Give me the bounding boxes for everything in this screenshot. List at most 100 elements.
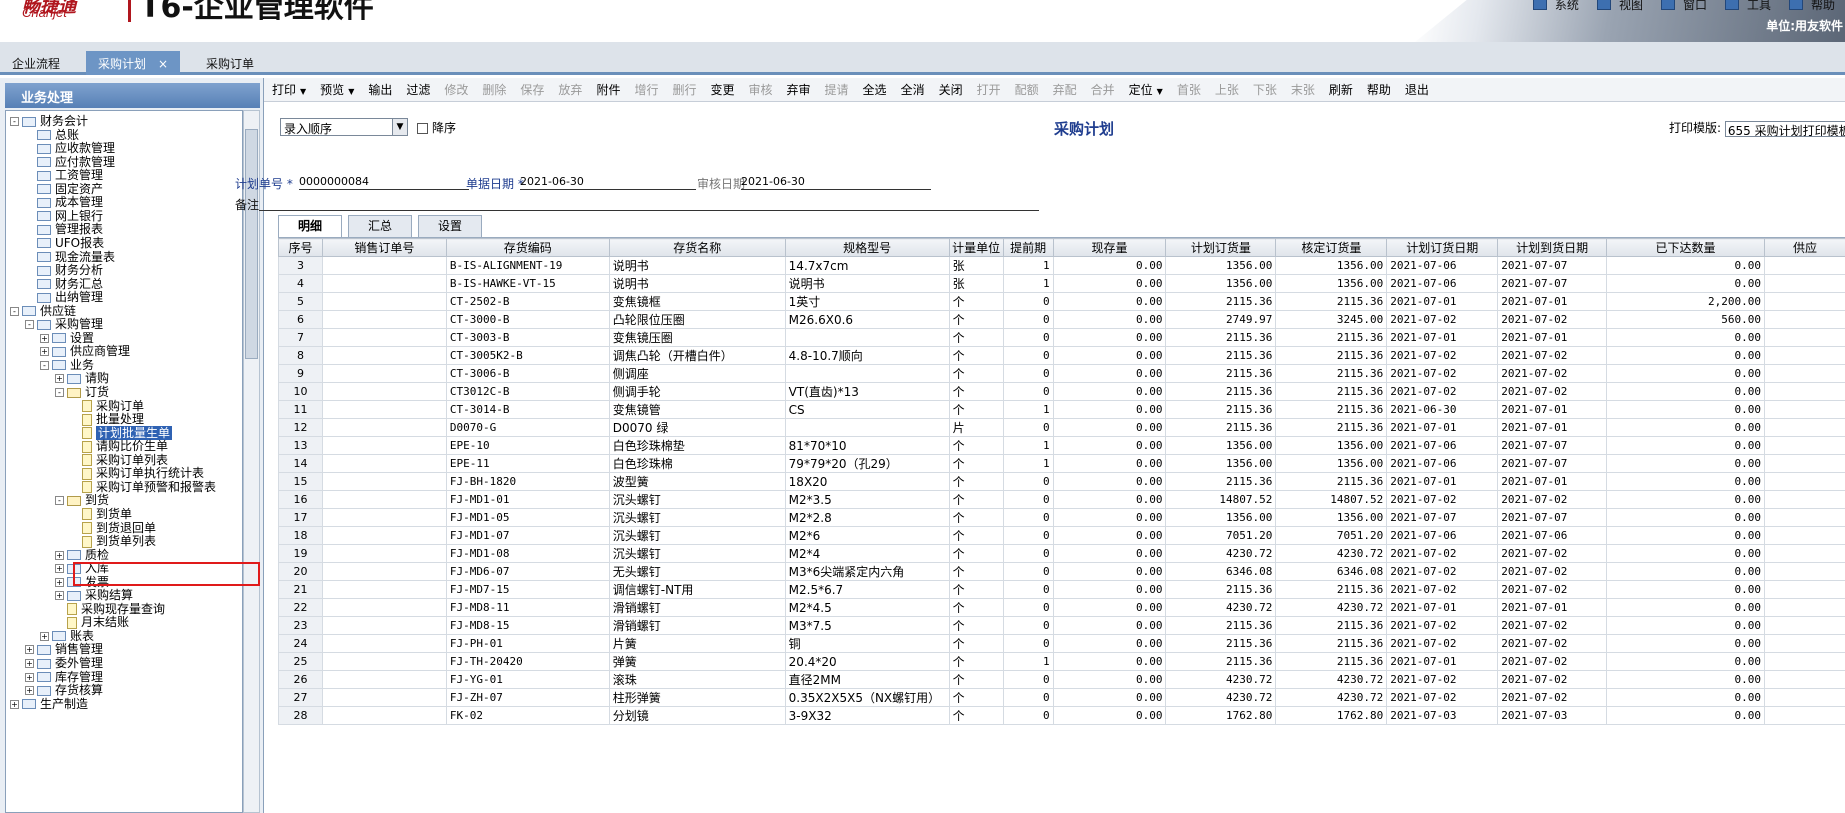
table-cell[interactable] bbox=[1763, 634, 1845, 653]
table-cell[interactable]: 0 bbox=[1002, 292, 1054, 311]
table-cell[interactable]: 2115.36 bbox=[1275, 616, 1388, 635]
table-cell[interactable]: 0 bbox=[1002, 688, 1054, 707]
table-row[interactable]: 28 FK-02 分划镜 3-9X32 个 0 0.00 1762.80 1762.80 2021… bbox=[278, 706, 1845, 725]
toolbar-button[interactable]: 关闭 bbox=[939, 81, 963, 98]
table-cell[interactable]: 4230.72 bbox=[1165, 670, 1277, 689]
table-cell[interactable] bbox=[1763, 328, 1845, 347]
table-cell[interactable]: FJ-ZH-07 bbox=[445, 688, 610, 707]
table-cell[interactable] bbox=[784, 328, 950, 347]
table-cell[interactable]: 2021-07-02 bbox=[1386, 382, 1499, 401]
sort-order-select[interactable]: 录入顺序 ▼ bbox=[280, 118, 408, 136]
table-cell[interactable]: 0.00 bbox=[1606, 454, 1765, 473]
table-cell[interactable]: B-IS-HAWKE-VT-15 bbox=[445, 274, 610, 293]
table-cell[interactable]: 个 bbox=[948, 634, 1004, 653]
table-cell[interactable]: 2115.36 bbox=[1275, 382, 1388, 401]
table-cell[interactable]: 2115.36 bbox=[1165, 382, 1277, 401]
table-cell[interactable]: 4230.72 bbox=[1275, 688, 1388, 707]
table-cell[interactable]: 2021-07-02 bbox=[1386, 580, 1499, 599]
table-cell[interactable]: 2115.36 bbox=[1165, 364, 1277, 383]
toolbar-button[interactable]: 变更 bbox=[710, 81, 734, 98]
table-cell[interactable]: 个 bbox=[948, 688, 1004, 707]
table-cell[interactable]: 1356.00 bbox=[1275, 436, 1388, 455]
expand-icon[interactable]: + bbox=[40, 347, 49, 357]
table-cell[interactable]: 7 bbox=[278, 328, 323, 347]
table-cell[interactable]: 28 bbox=[278, 706, 323, 725]
table-cell[interactable]: 2021-07-02 bbox=[1386, 490, 1499, 509]
table-cell[interactable]: 2021-07-02 bbox=[1497, 382, 1608, 401]
table-cell[interactable]: CT-2502-B bbox=[445, 292, 610, 311]
table-cell[interactable]: 个 bbox=[948, 562, 1004, 581]
table-cell[interactable]: 0.00 bbox=[1052, 634, 1167, 653]
table-cell[interactable]: 11 bbox=[278, 400, 323, 419]
table-cell[interactable]: 0 bbox=[1002, 364, 1054, 383]
table-cell[interactable]: 79*79*20（孔29） bbox=[784, 454, 950, 473]
table-row[interactable]: 23 FJ-MD8-15 滑销螺钉 M3*7.5 个 0 0.00 2115.36 2115.3… bbox=[278, 616, 1845, 635]
toolbar-button[interactable]: 全选 bbox=[863, 81, 887, 98]
table-row[interactable]: 24 FJ-PH-01 片簧铜个 0 0.00 2115.36 2115.36 2021-07… bbox=[278, 634, 1845, 653]
table-cell[interactable]: 4 bbox=[278, 274, 323, 293]
table-cell[interactable]: M3*7.5 bbox=[784, 616, 950, 635]
table-cell[interactable]: 15 bbox=[278, 472, 323, 491]
table-cell[interactable]: 20 bbox=[278, 562, 323, 581]
table-cell[interactable]: 0.00 bbox=[1606, 616, 1765, 635]
table-cell[interactable]: 变焦镜管 bbox=[608, 400, 786, 419]
table-cell[interactable]: 2021-07-02 bbox=[1386, 310, 1499, 329]
column-header[interactable]: 存货名称 bbox=[608, 238, 786, 257]
table-cell[interactable]: 2021-07-01 bbox=[1386, 418, 1499, 437]
column-header[interactable]: 已下达数量 bbox=[1606, 238, 1765, 257]
table-cell[interactable]: 弹簧 bbox=[608, 652, 786, 671]
table-cell[interactable] bbox=[1763, 688, 1845, 707]
table-cell[interactable]: 2021-07-01 bbox=[1386, 598, 1499, 617]
table-cell[interactable] bbox=[321, 292, 447, 311]
table-cell[interactable] bbox=[321, 418, 447, 437]
table-cell[interactable] bbox=[321, 328, 447, 347]
table-cell[interactable]: 2115.36 bbox=[1275, 472, 1388, 491]
column-header[interactable]: 计量单位 bbox=[948, 238, 1004, 257]
table-cell[interactable]: 2021-07-02 bbox=[1497, 562, 1608, 581]
table-cell[interactable]: VT(直齿)*13 bbox=[784, 382, 950, 401]
table-cell[interactable]: 2021-07-02 bbox=[1497, 688, 1608, 707]
table-cell[interactable]: 个 bbox=[948, 652, 1004, 671]
table-cell[interactable]: 0.00 bbox=[1052, 526, 1167, 545]
tab-purchase-order[interactable]: 采购订单 bbox=[194, 51, 266, 75]
table-cell[interactable] bbox=[321, 454, 447, 473]
table-cell[interactable]: 无头螺钉 bbox=[608, 562, 786, 581]
table-cell[interactable]: 4230.72 bbox=[1275, 544, 1388, 563]
table-row[interactable]: 11 CT-3014-B 变焦镜管 CS 个 1 0.00 2115.36 2115.36 202… bbox=[278, 400, 1845, 419]
toolbar-button[interactable]: 附件 bbox=[596, 81, 620, 98]
table-cell[interactable]: 0.00 bbox=[1606, 418, 1765, 437]
table-cell[interactable] bbox=[321, 436, 447, 455]
table-cell[interactable]: 1356.00 bbox=[1275, 256, 1388, 275]
menu-system[interactable]: 系统 bbox=[1532, 0, 1579, 13]
table-cell[interactable]: 个 bbox=[948, 454, 1004, 473]
table-cell[interactable]: CT-3005K2-B bbox=[445, 346, 610, 365]
table-row[interactable]: 9 CT-3006-B 侧调座个 0 0.00 2115.36 2115.36 2021-07… bbox=[278, 364, 1845, 383]
dropdown-arrow-icon[interactable]: ▼ bbox=[300, 87, 306, 96]
table-row[interactable]: 13 EPE-10 白色珍珠棉垫 81*70*10 个 1 0.00 1356.00 1356.… bbox=[278, 436, 1845, 455]
table-cell[interactable]: 个 bbox=[948, 580, 1004, 599]
table-cell[interactable]: 0 bbox=[1002, 328, 1054, 347]
table-cell[interactable]: 0.00 bbox=[1606, 652, 1765, 671]
table-cell[interactable]: 17 bbox=[278, 508, 323, 527]
table-cell[interactable]: 3245.00 bbox=[1275, 310, 1388, 329]
table-cell[interactable]: 2749.97 bbox=[1165, 310, 1277, 329]
table-cell[interactable]: 1356.00 bbox=[1165, 508, 1277, 527]
table-cell[interactable]: 2021-07-01 bbox=[1497, 328, 1608, 347]
table-cell[interactable]: 2115.36 bbox=[1275, 346, 1388, 365]
table-cell[interactable]: 个 bbox=[948, 292, 1004, 311]
table-row[interactable]: 18 FJ-MD1-07 沉头螺钉 M2*6 个 0 0.00 7051.20 7051.20 2… bbox=[278, 526, 1845, 545]
table-cell[interactable]: 2115.36 bbox=[1165, 418, 1277, 437]
table-row[interactable]: 3 B-IS-ALIGNMENT-19 说明书 14.7x7cm 张 1 0.00 1356.… bbox=[278, 256, 1845, 275]
table-cell[interactable]: 分划镜 bbox=[608, 706, 786, 725]
menu-window[interactable]: 窗口 bbox=[1660, 0, 1707, 13]
table-cell[interactable]: 12 bbox=[278, 418, 323, 437]
table-cell[interactable] bbox=[1763, 526, 1845, 545]
table-cell[interactable]: 27 bbox=[278, 688, 323, 707]
table-cell[interactable]: M26.6X0.6 bbox=[784, 310, 950, 329]
table-row[interactable]: 21 FJ-MD7-15 调信螺钉-NT用 M2.5*6.7 个 0 0.00 2115.36… bbox=[278, 580, 1845, 599]
table-cell[interactable]: 2021-07-01 bbox=[1386, 328, 1499, 347]
table-cell[interactable]: 10 bbox=[278, 382, 323, 401]
table-cell[interactable]: 变焦镜压圈 bbox=[608, 328, 786, 347]
column-header[interactable]: 计划订货日期 bbox=[1386, 238, 1499, 257]
table-cell[interactable]: 2021-07-06 bbox=[1386, 454, 1499, 473]
